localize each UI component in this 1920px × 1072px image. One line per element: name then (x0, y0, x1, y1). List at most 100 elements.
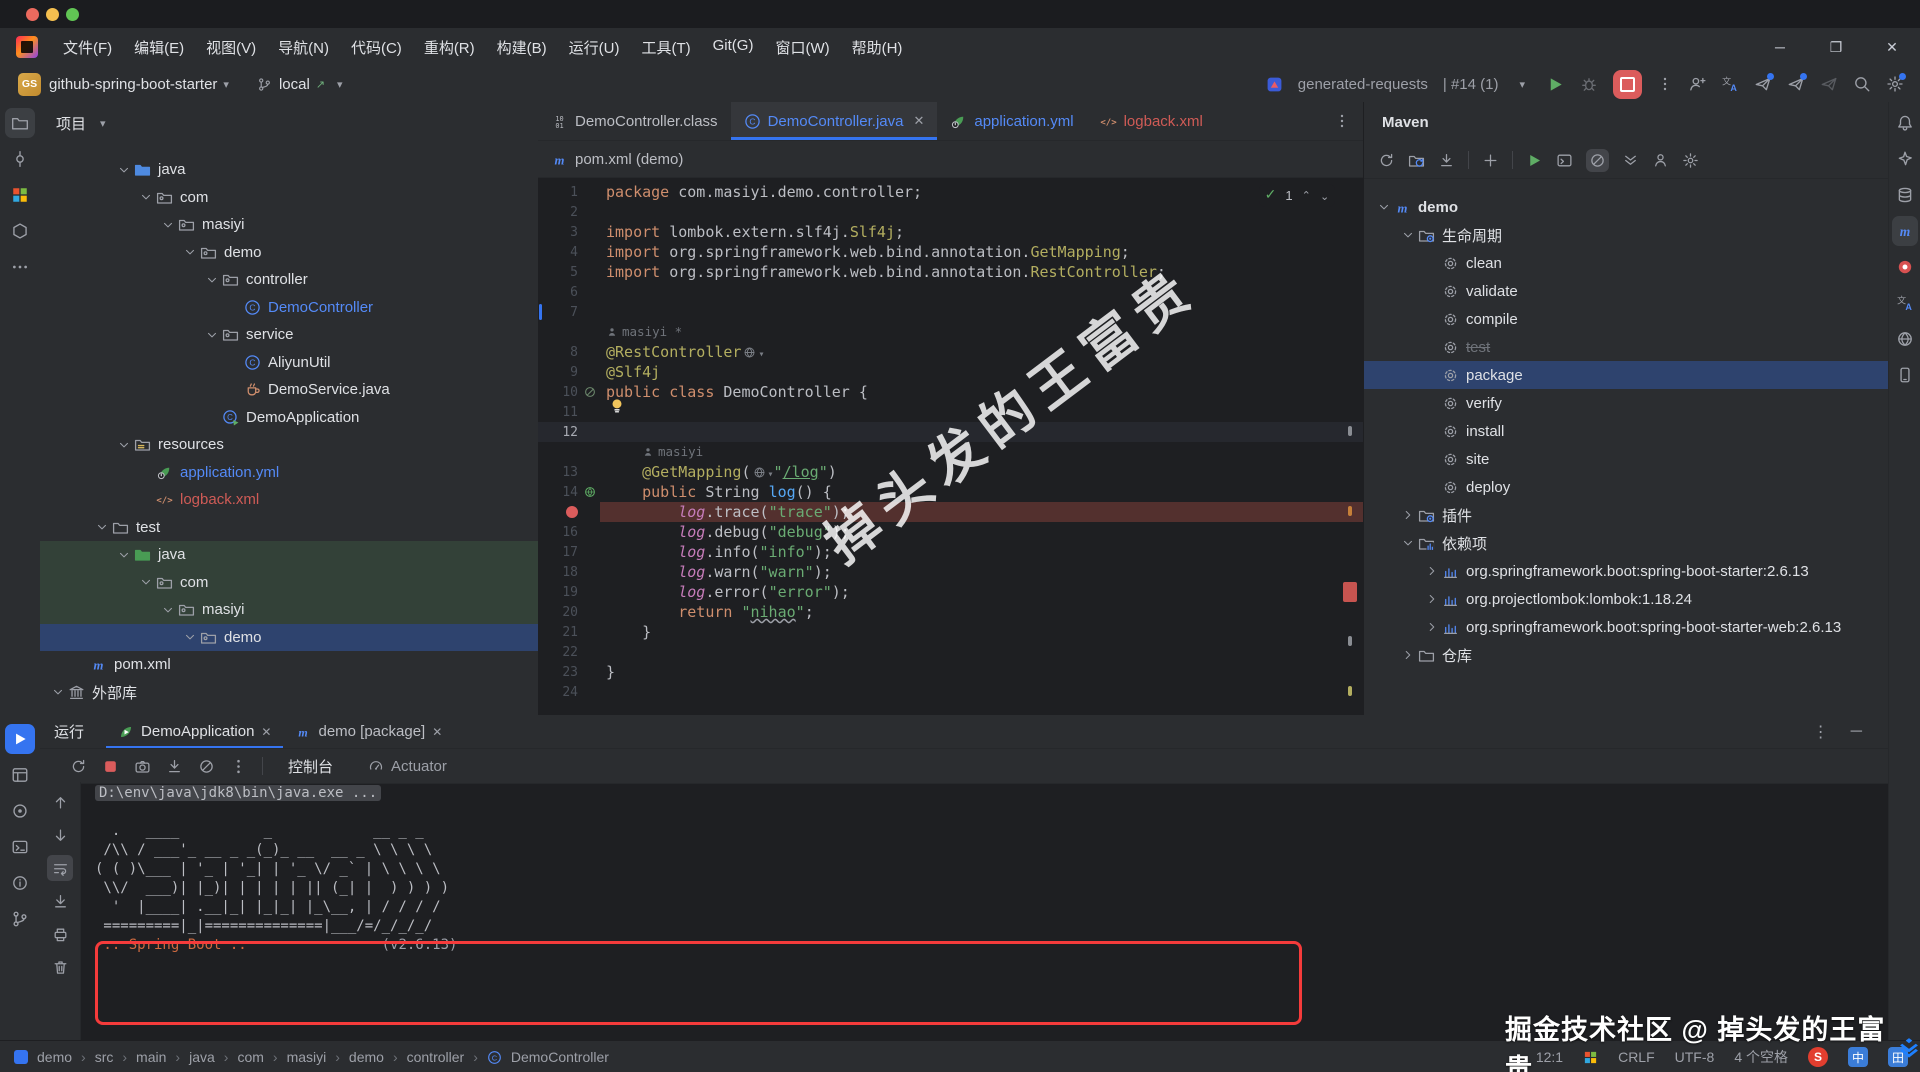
send-request-2-icon[interactable] (1787, 73, 1807, 93)
maven-plus-icon[interactable] (1482, 152, 1499, 169)
sidebar-item-commit[interactable] (5, 144, 35, 174)
gutter[interactable]: 21 (538, 622, 600, 642)
sidebar-item-services[interactable] (5, 760, 35, 790)
tree-item-demo[interactable]: demo (40, 623, 538, 651)
chevron-down-icon[interactable] (158, 218, 178, 232)
maven-item-compile[interactable]: compile (1364, 305, 1889, 333)
circleslash-gutter-icon[interactable] (580, 382, 600, 402)
menu-item[interactable]: Git(G) (702, 32, 765, 63)
maven-gear-big-icon[interactable] (1682, 152, 1699, 169)
tree-item-DemoApplication[interactable]: C DemoApplication (40, 404, 538, 432)
tree-item-com[interactable]: com (40, 184, 538, 212)
url-globe-icon[interactable] (743, 346, 756, 359)
console-stop-sm-icon[interactable] (102, 758, 119, 775)
maven-play-green-icon[interactable] (1526, 152, 1543, 169)
maven-item-test[interactable]: test (1364, 333, 1889, 361)
console-download-icon[interactable] (166, 758, 183, 775)
tree-item-pom.xml[interactable]: m pom.xml (40, 651, 538, 679)
run-button[interactable] (1546, 75, 1565, 94)
tab-DemoController.class[interactable]: 10 01 DemoController.class (538, 102, 731, 140)
chevron-down-icon[interactable] (1374, 200, 1394, 214)
url-globe-icon[interactable] (753, 466, 766, 479)
run-configuration-selector[interactable]: generated-requests (1298, 76, 1428, 93)
gutter[interactable]: 9 (538, 362, 600, 382)
sidebar-item-notifications[interactable] (1892, 108, 1918, 138)
console-trash-icon[interactable] (47, 954, 73, 980)
chevron-down-icon[interactable] (180, 630, 200, 644)
maven-item-org.springframework.boot:spring-boot-starter:2.6.13[interactable]: org.springframework.boot:spring-boot-sta… (1364, 557, 1889, 585)
menu-item[interactable]: 视图(V) (195, 32, 267, 63)
gutter[interactable]: 2 (538, 202, 600, 222)
menu-item[interactable]: 帮助(H) (841, 32, 914, 63)
more-tabs-icon[interactable] (1321, 102, 1363, 140)
minimize-traffic-light[interactable] (46, 8, 59, 21)
gutter[interactable]: 14 (538, 482, 600, 502)
zoom-traffic-light[interactable] (66, 8, 79, 21)
maven-terminal-sm-icon[interactable] (1556, 152, 1573, 169)
sidebar-item-terminal[interactable] (5, 832, 35, 862)
tree-item-com[interactable]: com (40, 568, 538, 596)
inspection-widget[interactable]: ✓ 1 ⌃ ⌃ (1258, 184, 1335, 207)
console-wrap-icon[interactable] (47, 855, 73, 881)
chevron-right-icon[interactable] (1398, 648, 1418, 662)
gutter[interactable]: 23 (538, 662, 600, 682)
chevron-down-icon[interactable] (92, 520, 112, 534)
chevron-down-icon[interactable] (1398, 228, 1418, 242)
more-actions-icon[interactable] (1657, 76, 1673, 92)
gutter[interactable]: 18 (538, 562, 600, 582)
subtab-Actuator[interactable]: Actuator (358, 749, 457, 783)
sidebar-item-project[interactable] (5, 108, 35, 138)
close-traffic-light[interactable] (26, 8, 39, 21)
minimize-panel-icon[interactable]: ─ (1851, 723, 1862, 741)
menu-item[interactable]: 导航(N) (267, 32, 340, 63)
gutter[interactable]: 12 (538, 422, 600, 442)
tree-item-demo[interactable]: demo (40, 239, 538, 267)
console-rerun-icon[interactable] (70, 758, 87, 775)
tab-logback.xml[interactable]: </> logback.xml (1087, 102, 1216, 140)
maven-item-插件[interactable]: 插件 (1364, 501, 1889, 529)
breadcrumb-item[interactable]: com (237, 1049, 263, 1065)
tree-item-application.yml[interactable]: application.yml (40, 459, 538, 487)
chevron-down-icon[interactable] (202, 273, 222, 287)
endpoint-gutter-icon[interactable] (580, 482, 600, 502)
console-dots-v-icon[interactable] (230, 758, 247, 775)
gutter[interactable]: 1 (538, 182, 600, 202)
sidebar-item-device[interactable] (1892, 360, 1918, 390)
translate-icon[interactable]: 文A (1721, 75, 1739, 93)
maven-item-org.springframework.boot:spring-boot-starter-web:2.6.13[interactable]: org.springframework.boot:spring-boot-sta… (1364, 613, 1889, 641)
gutter[interactable] (538, 322, 600, 342)
gutter[interactable]: 10 (538, 382, 600, 402)
maven-item-package[interactable]: package (1364, 361, 1889, 389)
console-printer-icon[interactable] (47, 921, 73, 947)
chevron-down-icon[interactable] (180, 245, 200, 259)
tree-item-DemoService.java[interactable]: DemoService.java (40, 376, 538, 404)
close-window-button[interactable]: ✕ (1864, 29, 1920, 65)
editor-scrollbar[interactable] (1341, 178, 1363, 715)
next-issue-icon[interactable]: ⌃ (1320, 189, 1329, 202)
subtab-控制台[interactable]: 控制台 (278, 749, 343, 783)
tree-item-DemoController[interactable]: C DemoController (40, 294, 538, 322)
chevron-right-icon[interactable] (1422, 620, 1442, 634)
branch-selector[interactable]: local (279, 76, 310, 93)
gutter[interactable] (538, 442, 600, 462)
gutter[interactable]: 22 (538, 642, 600, 662)
breakpoint-icon[interactable] (566, 506, 578, 518)
tree-item-java[interactable]: java (40, 541, 538, 569)
console-scrollend-icon[interactable] (47, 888, 73, 914)
tree-item-resources[interactable]: resources (40, 431, 538, 459)
chevron-down-icon[interactable] (202, 328, 222, 342)
tree-item-test[interactable]: test (40, 514, 538, 542)
sidebar-item-structure[interactable] (5, 216, 35, 246)
gutter[interactable]: 16 (538, 522, 600, 542)
chevron-right-icon[interactable] (1422, 592, 1442, 606)
code-with-me-icon[interactable] (1688, 75, 1706, 93)
gutter[interactable]: 11 (538, 402, 600, 422)
maven-item-依赖项[interactable]: 依赖项 (1364, 529, 1889, 557)
maven-folder-sync-icon[interactable] (1408, 152, 1425, 169)
chevron-down-icon[interactable] (114, 163, 134, 177)
chevron-down-icon[interactable] (1398, 536, 1418, 550)
maven-item-verify[interactable]: verify (1364, 389, 1889, 417)
stop-button[interactable] (1613, 69, 1642, 99)
maven-collapse-icon[interactable] (1622, 152, 1639, 169)
sidebar-item-recorder[interactable] (1892, 252, 1918, 282)
